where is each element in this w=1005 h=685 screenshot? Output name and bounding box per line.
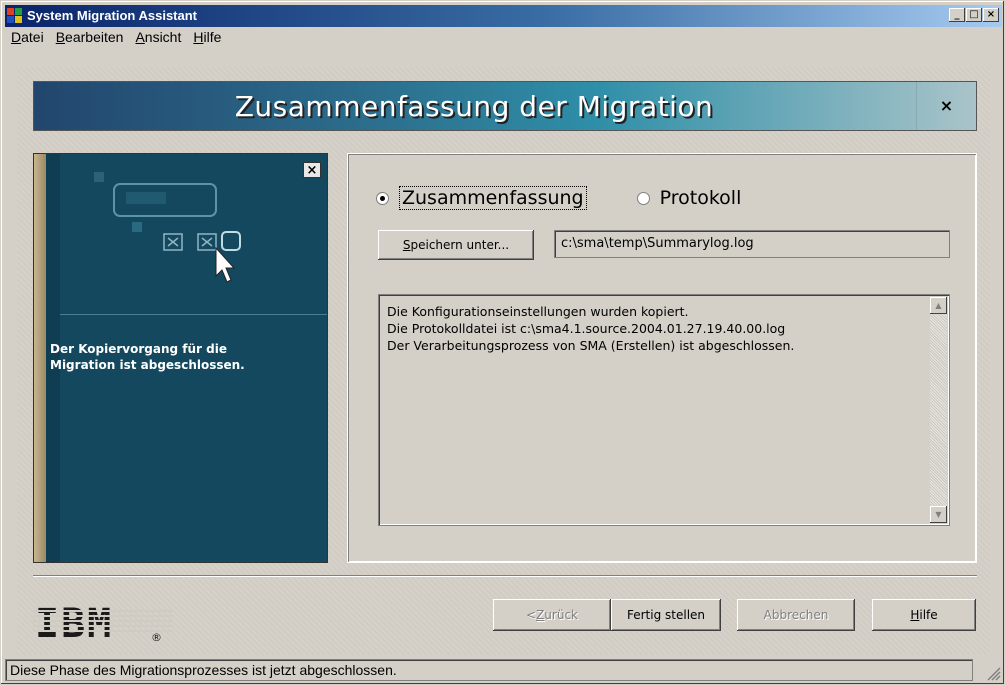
window-title: System Migration Assistant xyxy=(27,8,198,23)
app-window: System Migration Assistant _ □ × Datei B… xyxy=(0,0,1005,685)
decorative-strip xyxy=(34,154,46,562)
save-path-field[interactable]: c:\sma\temp\Summarylog.log xyxy=(554,230,950,258)
log-line: Der Verarbeitungsprozess von SMA (Erstel… xyxy=(387,338,795,353)
menu-datei[interactable]: Datei xyxy=(5,29,50,45)
status-bar: Diese Phase des Migrationsprozesses ist … xyxy=(5,659,1002,682)
back-label: urück xyxy=(544,608,578,622)
illustration-x xyxy=(201,237,213,247)
menu-ansicht-label: nsicht xyxy=(144,29,182,45)
menu-bearbeiten[interactable]: Bearbeiten xyxy=(50,29,130,45)
radio-log[interactable]: Protokoll xyxy=(636,187,742,209)
log-line: Die Protokolldatei ist c:\sma4.1.source.… xyxy=(387,321,786,336)
title-bar[interactable]: System Migration Assistant _ □ × xyxy=(5,5,1002,27)
info-panel: × Der Kopiervorgang für die Migration is… xyxy=(33,153,328,563)
illustration-square xyxy=(132,222,142,232)
summary-panel: Zusammenfassung Protokoll Speichern unte… xyxy=(347,153,977,563)
menu-ansicht[interactable]: Ansicht xyxy=(129,29,187,45)
menu-datei-mnemonic: D xyxy=(11,29,22,45)
illustration-bar xyxy=(126,192,166,204)
menu-bearbeiten-mnemonic: B xyxy=(55,29,66,45)
back-prefix: < xyxy=(526,608,537,622)
ibm-logo: IBM ® xyxy=(33,601,173,647)
panel-close-button[interactable]: × xyxy=(303,162,321,178)
completion-message-line2: Migration ist abgeschlossen. xyxy=(50,358,245,372)
menu-datei-label: atei xyxy=(21,29,44,45)
help-label: ilfe xyxy=(919,608,938,622)
page-title: Zusammenfassung der Migration xyxy=(234,90,714,123)
help-mnemonic: H xyxy=(910,608,920,622)
save-as-mnemonic: S xyxy=(402,238,411,252)
app-icon[interactable] xyxy=(7,8,23,24)
wizard-content: Zusammenfassung der Migration × × Der Ko… xyxy=(17,67,990,655)
back-mnemonic: Z xyxy=(536,608,545,622)
finish-button[interactable]: Fertig stellen xyxy=(611,599,721,631)
close-icon[interactable]: × xyxy=(983,8,999,22)
radio-log-label[interactable]: Protokoll xyxy=(660,187,742,209)
summary-log-text: Die Konfigurationseinstellungen wurden k… xyxy=(387,303,917,354)
cancel-button[interactable]: Abbrechen xyxy=(737,599,855,631)
save-as-button[interactable]: Speichern unter... xyxy=(378,230,534,260)
help-button[interactable]: Hilfe xyxy=(872,599,976,631)
illustration-x xyxy=(167,237,179,247)
back-button[interactable]: < Zurück xyxy=(493,599,611,631)
menu-hilfe-label: ilfe xyxy=(203,29,222,45)
save-as-label: peichern unter... xyxy=(410,238,510,252)
view-options: Zusammenfassung Protokoll xyxy=(376,186,741,210)
scroll-down-icon[interactable]: ▼ xyxy=(930,506,947,523)
illustration-square xyxy=(94,172,104,182)
banner-close-button[interactable]: × xyxy=(916,82,976,130)
completion-message-line1: Der Kopiervorgang für die xyxy=(50,342,227,356)
page-banner: Zusammenfassung der Migration × xyxy=(33,81,977,131)
menu-hilfe-mnemonic: H xyxy=(193,29,204,45)
status-text: Diese Phase des Migrationsprozesses ist … xyxy=(5,659,973,681)
completion-message: Der Kopiervorgang für die Migration ist … xyxy=(50,341,320,373)
menu-bearbeiten-label: earbeiten xyxy=(65,29,124,45)
footer-divider xyxy=(33,575,977,577)
window-illustration xyxy=(94,172,241,283)
menu-bar: Datei Bearbeiten Ansicht Hilfe xyxy=(5,27,227,47)
registered-mark: ® xyxy=(151,631,162,644)
summary-log-box[interactable]: Die Konfigurationseinstellungen wurden k… xyxy=(378,294,950,526)
maximize-icon[interactable]: □ xyxy=(966,8,982,22)
scroll-up-icon[interactable]: ▲ xyxy=(930,297,947,314)
panel-divider xyxy=(60,314,327,315)
radio-summary-label[interactable]: Zusammenfassung xyxy=(399,186,587,210)
vertical-scrollbar[interactable]: ▲ ▼ xyxy=(930,297,947,523)
radio-summary[interactable]: Zusammenfassung xyxy=(376,186,587,210)
log-line: Die Konfigurationseinstellungen wurden k… xyxy=(387,304,689,319)
radio-summary-indicator[interactable] xyxy=(376,191,389,205)
size-grip-icon[interactable] xyxy=(982,662,1002,682)
minimize-icon[interactable]: _ xyxy=(949,8,965,22)
menu-hilfe[interactable]: Hilfe xyxy=(187,29,227,45)
cursor-arrow-icon xyxy=(215,246,236,283)
illustration-square-outline xyxy=(221,231,241,251)
radio-log-indicator[interactable] xyxy=(636,191,650,205)
menu-ansicht-mnemonic: A xyxy=(135,29,145,45)
ibm-logo-text: IBM xyxy=(35,601,113,647)
